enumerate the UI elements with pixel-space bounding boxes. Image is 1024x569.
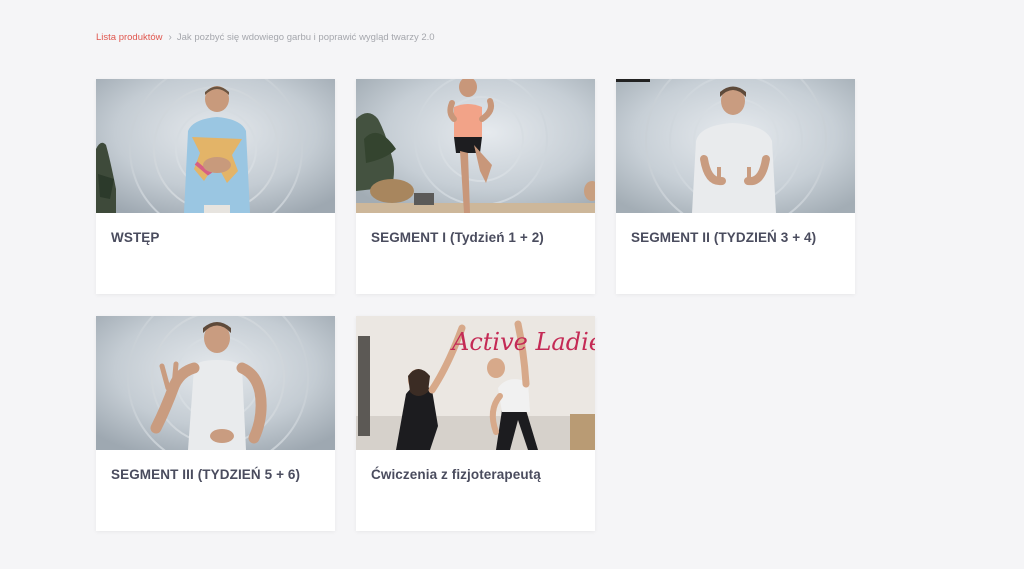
lesson-card-segment-1[interactable]: SEGMENT I (Tydzień 1 + 2) xyxy=(356,79,595,294)
lesson-card-segment-2[interactable]: SEGMENT II (TYDZIEŃ 3 + 4) xyxy=(616,79,855,294)
breadcrumb-current-page: Jak pozbyć się wdowiego garbu i poprawić… xyxy=(176,32,435,43)
lesson-thumbnail-segment-3[interactable] xyxy=(96,316,335,450)
active-ladies-logo: Active Ladies xyxy=(450,328,595,356)
lesson-thumbnail-segment-1[interactable] xyxy=(356,79,595,213)
lesson-thumbnail-physio-exercises[interactable]: Active Ladies xyxy=(356,316,595,450)
lesson-card-physio-exercises[interactable]: Active Ladies Ćwiczenia z fizjoterapeutą xyxy=(356,316,595,531)
lesson-card-segment-3[interactable]: SEGMENT III (TYDZIEŃ 5 + 6) xyxy=(96,316,335,531)
lesson-title[interactable]: WSTĘP xyxy=(96,213,335,245)
lesson-title[interactable]: SEGMENT I (Tydzień 1 + 2) xyxy=(356,213,595,245)
lesson-thumbnail-intro[interactable] xyxy=(96,79,335,213)
lesson-title[interactable]: SEGMENT III (TYDZIEŃ 5 + 6) xyxy=(96,450,335,482)
lesson-thumbnail-segment-2[interactable] xyxy=(616,79,855,213)
breadcrumb: Lista produktów › Jak pozbyć się wdowieg… xyxy=(96,32,435,43)
lesson-title[interactable]: Ćwiczenia z fizjoterapeutą xyxy=(356,450,595,482)
chevron-right-icon: › xyxy=(168,32,172,43)
breadcrumb-product-list-link[interactable]: Lista produktów xyxy=(96,32,163,43)
lesson-card-intro[interactable]: WSTĘP xyxy=(96,79,335,294)
lesson-title[interactable]: SEGMENT II (TYDZIEŃ 3 + 4) xyxy=(616,213,855,245)
